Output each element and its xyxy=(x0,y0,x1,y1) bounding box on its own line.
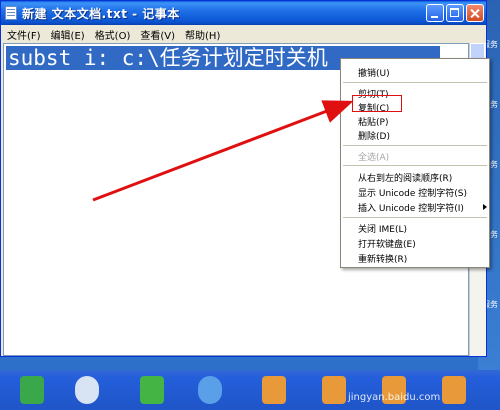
file-icon[interactable] xyxy=(442,376,466,404)
watermark: jingyan.baidu.com xyxy=(348,392,441,403)
file-icon[interactable] xyxy=(262,376,286,404)
app-icon[interactable] xyxy=(198,376,222,404)
media-player-icon[interactable] xyxy=(75,376,99,404)
file-icon[interactable] xyxy=(322,376,346,404)
app-icon[interactable] xyxy=(140,376,164,404)
taskbar xyxy=(0,370,500,410)
app-icon[interactable] xyxy=(20,376,44,404)
annotation-arrow xyxy=(92,100,354,202)
